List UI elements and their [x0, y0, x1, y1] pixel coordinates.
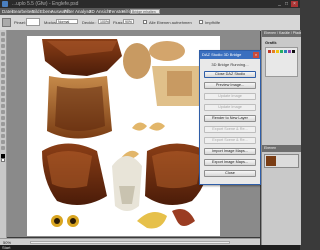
start-button[interactable]: Start: [2, 245, 10, 250]
brush-tool-icon[interactable]: [2, 18, 11, 27]
maximize-icon[interactable]: □: [283, 1, 290, 7]
pen-tool-icon[interactable]: [1, 116, 5, 120]
swatches-grid: [265, 47, 298, 77]
fluss-field[interactable]: 90%: [123, 19, 134, 24]
swatch[interactable]: [284, 50, 287, 53]
heal-tool-icon[interactable]: [1, 68, 5, 72]
impfhilfe-checkbox[interactable]: [199, 20, 203, 24]
update-image-button[interactable]: Update Image: [204, 93, 256, 100]
modus-select[interactable]: Normal: [56, 19, 78, 24]
move-tool-icon[interactable]: [1, 32, 5, 36]
blur-tool-icon[interactable]: [1, 104, 5, 108]
bridge-title: DAZ Studio 3D Bridge: [200, 51, 260, 59]
update-image-button-2[interactable]: Update Image: [204, 104, 256, 111]
menu-3d[interactable]: 3D: [89, 9, 95, 14]
swatch[interactable]: [268, 50, 271, 53]
deckkraft-field[interactable]: 100%: [98, 19, 110, 24]
body-feather-texture: [47, 76, 112, 139]
deckkraft-label: Deckkr.:: [82, 20, 97, 25]
swatch[interactable]: [292, 50, 295, 53]
menu-bild[interactable]: Bild: [32, 9, 40, 14]
path-select-tool-icon[interactable]: [1, 128, 5, 132]
preview-image-button[interactable]: Preview Image...: [204, 82, 256, 89]
background-color-swatch[interactable]: [1, 158, 5, 162]
bridge-close-icon[interactable]: ×: [253, 52, 259, 58]
import-image-maps-button[interactable]: Import Image Maps...: [204, 148, 256, 155]
eagle-texture-map: [42, 39, 208, 229]
marquee-tool-icon[interactable]: [1, 38, 5, 42]
dodge-tool-icon[interactable]: [1, 110, 5, 114]
impfhilfe-label: Impfhilfe: [205, 20, 221, 25]
export-image-maps-button[interactable]: Export Image Maps...: [204, 159, 256, 166]
menu-filter[interactable]: Filter: [64, 9, 74, 14]
menu-datei[interactable]: Datei: [2, 9, 13, 14]
panels-dock: Ebenen / Kanäle / Pfade Grafik Ebenen: [261, 30, 301, 245]
gradient-tool-icon[interactable]: [1, 98, 5, 102]
layer-thumbnail: [266, 156, 276, 166]
head-texture: [112, 156, 142, 211]
crop-tool-icon[interactable]: [1, 56, 5, 60]
swatch[interactable]: [280, 50, 283, 53]
eagle-texture-canvas[interactable]: [27, 36, 220, 236]
photoshop-window: ...uplo 5.5 (Gfw) - Englefe.psd _ □ × Da…: [0, 0, 301, 250]
hand-tool-icon[interactable]: [1, 140, 5, 144]
history-tool-icon[interactable]: [1, 86, 5, 90]
app-icon: [2, 1, 8, 7]
lower-left-wing-texture: [42, 143, 107, 205]
shape-tool-icon[interactable]: [1, 134, 5, 138]
swatch[interactable]: [276, 50, 279, 53]
title-bar: ...uplo 5.5 (Gfw) - Englefe.psd _ □ ×: [0, 0, 300, 8]
window-title: ...uplo 5.5 (Gfw) - Englefe.psd: [12, 1, 79, 7]
pinsel-label: Pinsel:: [14, 20, 27, 25]
tab-grafik[interactable]: Grafik: [265, 40, 277, 45]
beak-texture: [137, 208, 195, 229]
minimize-icon[interactable]: _: [276, 1, 283, 7]
eyedropper-tool-icon[interactable]: [1, 62, 5, 66]
eraser-tool-icon[interactable]: [1, 92, 5, 96]
alle-ebenen-checkbox[interactable]: [143, 20, 147, 24]
daz-bridge-dialog: DAZ Studio 3D Bridge × 3D Bridge Running…: [199, 50, 261, 185]
swatch[interactable]: [288, 50, 291, 53]
bridge-search-field[interactable]: Bridge erhalten: [130, 9, 160, 14]
close-icon[interactable]: ×: [291, 1, 298, 7]
close-daz-studio-button[interactable]: Close DAZ Studio: [204, 71, 256, 78]
brush-tool-icon[interactable]: [1, 74, 5, 78]
lasso-tool-icon[interactable]: [1, 44, 5, 48]
swatch[interactable]: [272, 50, 275, 53]
stamp-tool-icon[interactable]: [1, 80, 5, 84]
render-to-new-layer-button[interactable]: Render to New Layer: [204, 115, 256, 122]
upper-left-wing-texture: [42, 39, 122, 76]
eye-texture: [51, 215, 79, 227]
layers-panel-header[interactable]: Ebenen: [262, 145, 301, 152]
bridge-status: 3D Bridge Running...: [211, 62, 249, 67]
close-button[interactable]: Close: [204, 170, 256, 177]
export-scene-button[interactable]: Export Scene & Re...: [204, 126, 256, 133]
brush-preset-picker[interactable]: [26, 18, 40, 26]
taskbar: Start: [0, 245, 300, 250]
menu-bar: Datei Bearbeiten Bild Ebene Auswahl Filt…: [0, 8, 300, 15]
text-tool-icon[interactable]: [1, 122, 5, 126]
tail-feather-texture: [123, 41, 202, 106]
options-bar: Pinsel: Modus: Normal Deckkr.: 100% Flus…: [0, 15, 300, 31]
wand-tool-icon[interactable]: [1, 50, 5, 54]
zoom-tool-icon[interactable]: [1, 146, 5, 150]
horizontal-scrollbar[interactable]: [30, 241, 230, 244]
menu-bearbeiten[interactable]: Bearbeiten: [12, 9, 34, 14]
alle-ebenen-label: Alle Ebenen aufnehmen: [149, 20, 192, 25]
layer-row[interactable]: [264, 154, 299, 168]
panel-header[interactable]: Ebenen / Kanäle / Pfade: [262, 30, 301, 37]
tools-panel: [0, 30, 7, 238]
export-scene-button-2[interactable]: Export Scene & Re...: [204, 137, 256, 144]
